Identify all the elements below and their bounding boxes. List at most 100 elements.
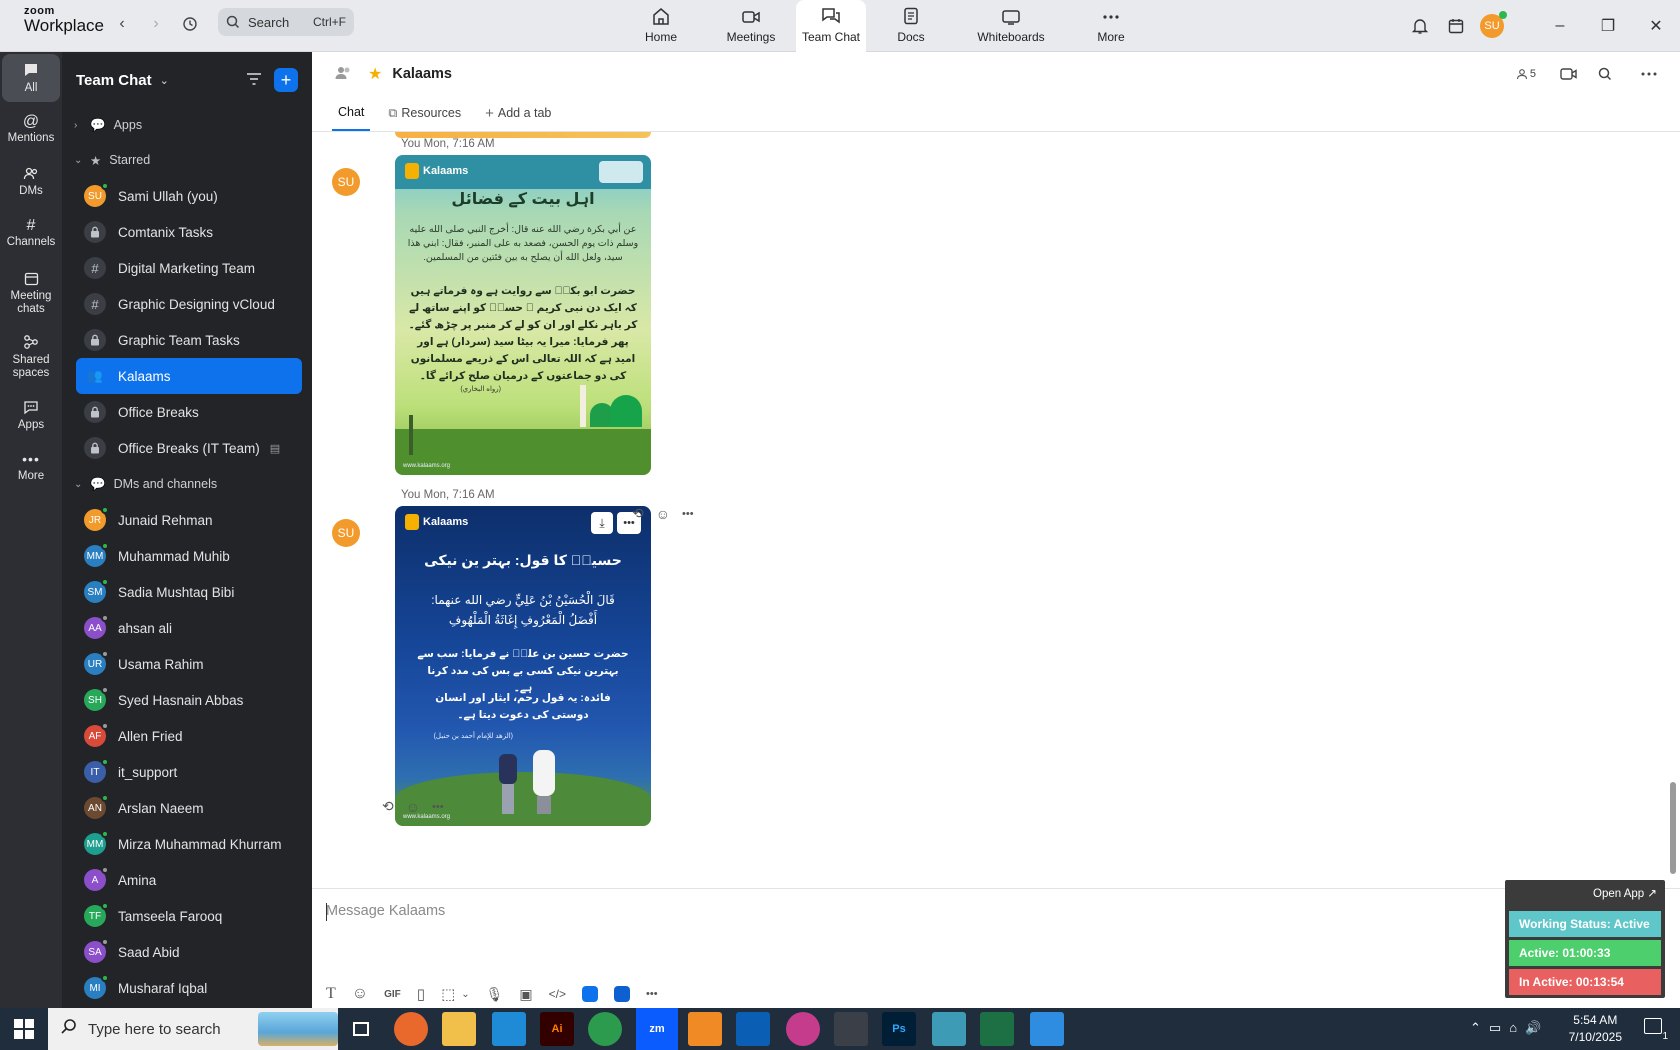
close-icon[interactable]: ✕ (1632, 6, 1680, 46)
emoji-icon[interactable]: ☺ (352, 985, 368, 1003)
rail-mentions[interactable]: @ Mentions (0, 102, 62, 158)
sidebar-item-office-breaks-it-team[interactable]: Office Breaks (IT Team) ▤ (76, 430, 302, 466)
chevron-down-icon[interactable]: ⌄ (160, 74, 169, 87)
dm-item[interactable]: AA ahsan ali (76, 610, 302, 646)
microphone-icon[interactable]: 🎙 (486, 986, 504, 1003)
star-icon[interactable]: ★ (368, 64, 382, 84)
more-options-icon[interactable]: ••• (432, 801, 444, 813)
network-icon[interactable]: ⌂ (1509, 1020, 1517, 1036)
open-app-button[interactable]: Open App ↗ (1593, 886, 1657, 900)
forward-arrow-icon[interactable]: › (144, 12, 168, 36)
calendar-icon[interactable] (1438, 8, 1474, 44)
message-list[interactable]: SU You Mon, 7:16 AM Kalaams اہل بیت کے ف… (312, 132, 1680, 888)
minimize-icon[interactable]: – (1536, 6, 1584, 46)
gif-button[interactable]: GIF (384, 989, 401, 1000)
sidebar-item-digital-marketing-team[interactable]: # Digital Marketing Team (76, 250, 302, 286)
vscode-icon[interactable] (492, 1012, 526, 1046)
notifications-bell-icon[interactable] (1402, 8, 1438, 44)
download-button[interactable]: ⤓ (591, 512, 613, 534)
chevron-down-icon[interactable]: ⌄ (461, 989, 469, 1000)
file-attach-icon[interactable]: ▯ (417, 985, 425, 1003)
back-arrow-icon[interactable]: ‹ (110, 12, 134, 36)
section-starred[interactable]: ⌄ ★ Starred (62, 142, 312, 178)
volume-icon[interactable]: 🔊 (1525, 1020, 1541, 1036)
rail-meeting-chats[interactable]: Meeting chats (0, 262, 62, 324)
app-integration-icon[interactable] (582, 986, 599, 1002)
search-icon[interactable] (1590, 59, 1620, 89)
rail-channels[interactable]: # Channels (0, 206, 62, 262)
video-message-icon[interactable]: ▣ (519, 986, 532, 1003)
remote-app-icon[interactable] (1030, 1012, 1064, 1046)
sidebar-item-office-breaks[interactable]: Office Breaks (76, 394, 302, 430)
profile-avatar[interactable]: SU (1474, 8, 1510, 44)
screenshot-icon[interactable]: ⬚ (441, 985, 455, 1003)
sender-avatar[interactable]: SU (332, 519, 360, 547)
reply-thread-icon[interactable]: ⟲ (382, 798, 394, 815)
dm-item[interactable]: MI Musharaf Iqbal (76, 970, 302, 1006)
notification-center-icon[interactable]: 1 (1644, 1018, 1668, 1042)
zoom-taskbar-icon[interactable]: zm (636, 1008, 678, 1050)
more-options-icon[interactable]: ••• (682, 508, 694, 520)
tab-team-chat[interactable]: Team Chat (796, 0, 866, 52)
sidebar-item-graphic-team-tasks[interactable]: Graphic Team Tasks (76, 322, 302, 358)
creative-cloud-icon[interactable] (786, 1012, 820, 1046)
more-options-icon[interactable] (1634, 59, 1664, 89)
sidebar-item-comtanix-tasks[interactable]: Comtanix Tasks (76, 214, 302, 250)
zoom-app-icon[interactable] (614, 986, 631, 1002)
dm-item[interactable]: AN Arslan Naeem (76, 790, 302, 826)
windows-start-icon[interactable] (14, 1019, 34, 1039)
rail-more[interactable]: ••• More (0, 442, 62, 494)
chrome-icon[interactable] (588, 1012, 622, 1046)
photoshop-icon[interactable]: Ps (882, 1012, 916, 1046)
sidebar-title[interactable]: Team Chat (76, 72, 152, 89)
tab-whiteboards[interactable]: Whiteboards (956, 0, 1066, 52)
section-apps[interactable]: › 💬 Apps (62, 108, 312, 142)
rail-dms[interactable]: DMs (0, 158, 62, 206)
chevron-up-icon[interactable]: ⌃ (1470, 1020, 1481, 1036)
dm-item[interactable]: MM Muhammad Muhib (76, 538, 302, 574)
dm-item[interactable]: IT it_support (76, 754, 302, 790)
tab-more[interactable]: More (1066, 0, 1156, 52)
dm-item[interactable]: A Amina (76, 862, 302, 898)
taskbar-search[interactable]: Type here to search (48, 1008, 338, 1050)
dm-item[interactable]: MM Mirza Muhammad Khurram (76, 826, 302, 862)
message-scrollbar[interactable] (1670, 782, 1676, 874)
channel-title[interactable]: Kalaams (392, 66, 452, 82)
message-input[interactable]: Message Kalaams (326, 903, 445, 919)
excel-icon[interactable] (980, 1012, 1014, 1046)
dm-item[interactable]: SM Sadia Mushtaq Bibi (76, 574, 302, 610)
outlook-icon[interactable] (736, 1012, 770, 1046)
pen-tool-icon[interactable] (834, 1012, 868, 1046)
vpn-icon[interactable] (932, 1012, 966, 1046)
illustrator-icon[interactable]: Ai (540, 1012, 574, 1046)
text-format-icon[interactable]: T (326, 985, 336, 1003)
tab-chat[interactable]: Chat (332, 95, 371, 131)
video-camera-icon[interactable] (1554, 59, 1584, 89)
sidebar-item-sami-ullah-you[interactable]: SU Sami Ullah (you) (76, 178, 302, 214)
taskbar-clock[interactable]: 5:54 AM 7/10/2025 (1569, 1012, 1622, 1046)
sidebar-item-kalaams[interactable]: 👥 Kalaams (76, 358, 302, 394)
tab-add[interactable]: + Add a tab (479, 95, 557, 131)
history-icon[interactable] (178, 12, 202, 36)
image-attachment[interactable]: Kalaams اہل بیت کے فضائل عن أبي بكرة رضي… (395, 155, 651, 475)
code-snippet-icon[interactable]: </> (549, 987, 566, 1001)
add-reaction-icon[interactable]: ☺ (656, 506, 670, 522)
xampp-icon[interactable] (688, 1012, 722, 1046)
tab-docs[interactable]: Docs (866, 0, 956, 52)
rail-apps[interactable]: Apps (0, 390, 62, 442)
members-button[interactable]: 5 (1516, 59, 1536, 89)
sender-avatar[interactable]: SU (332, 168, 360, 196)
tab-meetings[interactable]: Meetings (706, 0, 796, 52)
sidebar-item-graphic-designing-vcloud[interactable]: # Graphic Designing vCloud (76, 286, 302, 322)
new-chat-button[interactable]: + (274, 68, 298, 92)
firefox-icon[interactable] (394, 1012, 428, 1046)
tab-resources[interactable]: ⧉ Resources (382, 95, 467, 131)
dm-item[interactable]: SA Saad Abid (76, 934, 302, 970)
reply-thread-icon[interactable]: ⟲ (632, 505, 644, 522)
dm-item[interactable]: JR Junaid Rehman (76, 502, 302, 538)
dm-item[interactable]: UR Usama Rahim (76, 646, 302, 682)
rail-shared-spaces[interactable]: Shared spaces (0, 324, 62, 390)
more-tools-icon[interactable]: ••• (646, 988, 658, 1000)
device-icon[interactable]: ▭ (1489, 1020, 1501, 1036)
tab-home[interactable]: Home (616, 0, 706, 52)
